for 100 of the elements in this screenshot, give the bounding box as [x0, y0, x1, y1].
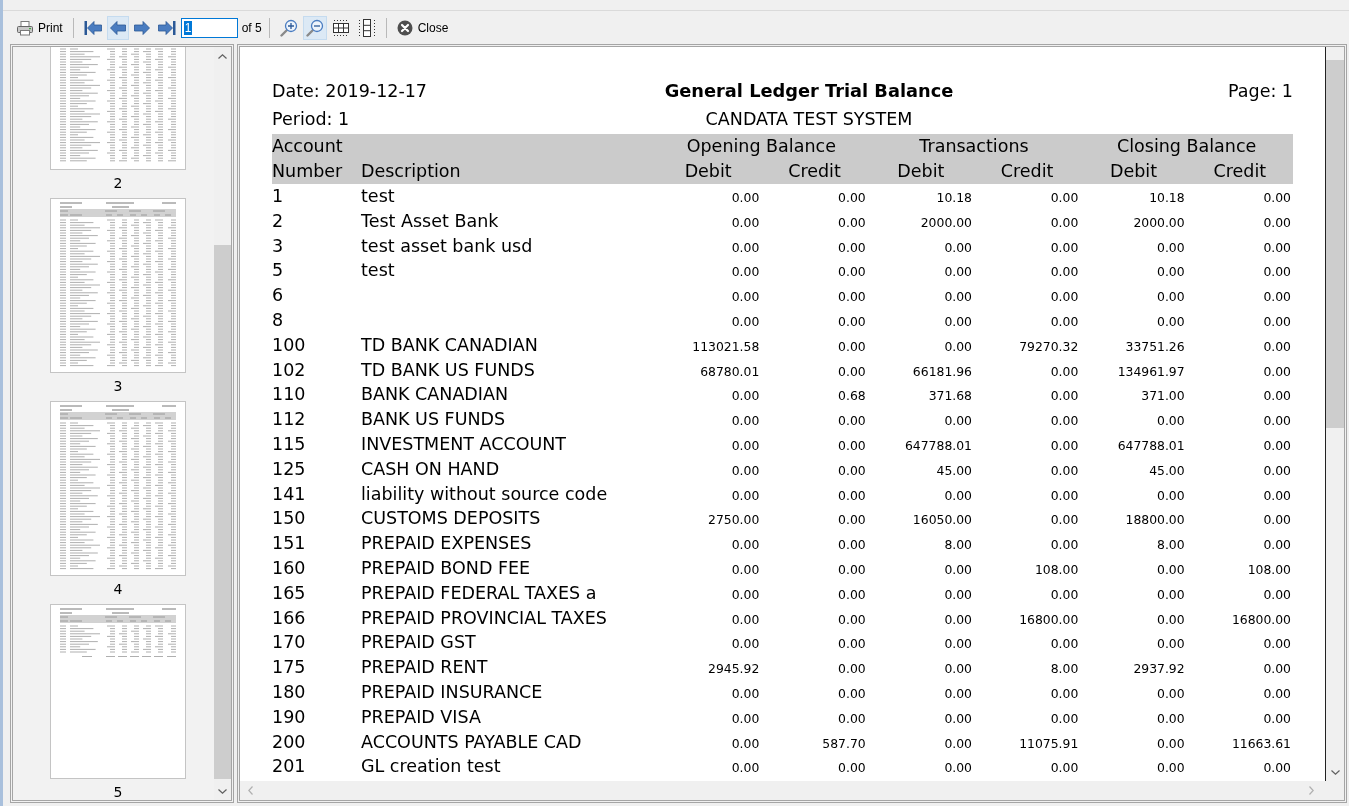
- table-cell-text: 8.00: [1156, 536, 1186, 555]
- table-cell-text: 0.00: [1262, 313, 1292, 331]
- page-thumbnail[interactable]: [50, 47, 186, 170]
- table-cell-text: 0.00: [1049, 461, 1080, 480]
- table-cell-text: 16050.00: [911, 511, 973, 530]
- table-cell-text: 0.00: [1262, 412, 1292, 431]
- table-cell-text: 166: [272, 606, 307, 630]
- chevron-down-icon[interactable]: [218, 788, 227, 794]
- table-cell-text: 0.00: [730, 263, 761, 282]
- table-cell-text: 0.00: [730, 387, 761, 406]
- table-cell-text: BANK CANADIAN: [361, 383, 510, 407]
- table-cell-text: 0.00: [1262, 213, 1292, 232]
- table-cell-text: 0.00: [1049, 585, 1080, 604]
- table-cell-text: 0.00: [1262, 660, 1292, 679]
- zoom-out-icon: [305, 18, 324, 37]
- table-cell-text: 0.00: [1262, 486, 1292, 505]
- table-cell: 0.00: [655, 184, 762, 209]
- page-thumbnail[interactable]: [50, 401, 186, 576]
- table-cell-text: 587.70: [821, 734, 867, 753]
- table-cell-text: TD BANK CANADIAN: [361, 333, 539, 357]
- column-header: Debit: [1080, 159, 1187, 184]
- table-cell-text: 0.00: [1156, 734, 1186, 753]
- chevron-left-icon[interactable]: [248, 786, 253, 795]
- right-arrow-icon: [133, 19, 150, 36]
- table-cell-text: 66181.96: [911, 362, 973, 381]
- page-thumbnail[interactable]: [50, 198, 186, 373]
- table-cell-text: 0.00: [943, 734, 973, 753]
- table-cell-text: 0.00: [730, 238, 761, 257]
- page-label: Page: 1: [1227, 80, 1293, 103]
- table-cell-text: 0.68: [837, 387, 867, 406]
- table-cell-text: 150: [272, 507, 307, 531]
- scrollbar-thumb[interactable]: [214, 245, 231, 779]
- table-cell-text: ACCOUNTS PAYABLE CAD: [361, 730, 583, 754]
- scrollbar-thumb[interactable]: [1326, 60, 1344, 428]
- company-name: CANDATA TEST SYSTEM: [704, 108, 914, 131]
- table-cell-text: 0.00: [730, 709, 761, 728]
- chevron-right-icon[interactable]: [1309, 786, 1314, 795]
- table-cell-text: 0.00: [1262, 536, 1292, 555]
- table-cell-text: PREPAID BOND FEE: [361, 556, 532, 580]
- table-cell-text: 0.00: [1049, 288, 1080, 307]
- column-header: Transactions: [867, 134, 1081, 159]
- print-button[interactable]: Print: [14, 15, 66, 40]
- previous-page-button[interactable]: [106, 15, 129, 40]
- table-cell-text: 0.00: [1262, 288, 1292, 307]
- table-cell-text: 108.00: [1246, 560, 1292, 579]
- table-cell-text: 8: [272, 309, 285, 332]
- table-cell-text: test asset bank usd: [361, 234, 534, 258]
- table-cell-text: 0.00: [730, 585, 761, 604]
- table-cell: test: [361, 184, 655, 209]
- table-cell-text: 0.00: [943, 263, 973, 282]
- table-cell-text: 0.00: [730, 610, 761, 629]
- table-cell: 1: [272, 184, 361, 209]
- table-cell-text: 0.00: [730, 412, 761, 431]
- table-cell-text: 0.00: [837, 511, 867, 530]
- table-cell: 10.18: [867, 184, 974, 209]
- table-cell-text: 0.00: [1156, 709, 1186, 728]
- table-cell-text: 0.00: [1262, 263, 1292, 282]
- table-cell-text: 0.00: [1262, 461, 1292, 480]
- page-number-label: 2: [113, 175, 123, 191]
- table-cell-text: 0.00: [1156, 238, 1186, 257]
- table-cell-text: 647788.01: [903, 436, 973, 455]
- table-cell-text: TD BANK US FUNDS: [361, 358, 536, 382]
- page-thumbnail[interactable]: [50, 604, 186, 779]
- table-cell-text: 0.00: [730, 759, 761, 778]
- close-button[interactable]: Close: [393, 15, 452, 40]
- page-number-label: 5: [113, 784, 123, 800]
- table-cell-text: 0.00: [837, 684, 867, 703]
- table-cell: 0.00: [974, 184, 1081, 209]
- table-cell-text: 0.00: [837, 660, 867, 679]
- chevron-up-icon[interactable]: [218, 53, 227, 59]
- table-cell-text: 0.00: [837, 213, 867, 232]
- table-cell-text: PREPAID RENT: [361, 656, 489, 680]
- table-cell-text: 0.00: [1049, 486, 1080, 505]
- column-header: Credit: [1186, 159, 1293, 184]
- table-cell: 2: [272, 208, 361, 234]
- table-cell-text: 0.00: [1262, 387, 1292, 406]
- chevron-down-icon[interactable]: [1330, 769, 1340, 775]
- table-cell-text: 16800.00: [1230, 610, 1292, 629]
- table-cell-text: 0.00: [1156, 610, 1186, 629]
- table-cell-text: 112: [272, 408, 307, 432]
- table-cell-text: 0.00: [1262, 362, 1292, 381]
- table-cell-text: 2750.00: [707, 511, 761, 530]
- table-cell-text: 0.00: [837, 436, 867, 455]
- column-header: Credit: [974, 159, 1081, 184]
- column-header: Closing Balance: [1080, 134, 1293, 159]
- table-cell-text: 0.00: [943, 313, 973, 331]
- page-number-field[interactable]: 1: [180, 17, 238, 38]
- table-cell-text: 0.00: [1156, 635, 1186, 654]
- table-cell-text: 0.00: [1049, 387, 1080, 406]
- table-cell-text: BANK US FUNDS: [361, 408, 507, 432]
- table-cell-text: 0.00: [1262, 709, 1292, 728]
- table-cell-text: 0.00: [1156, 560, 1186, 579]
- table-cell-text: 0.00: [943, 635, 973, 654]
- table-cell-text: 125: [272, 457, 307, 481]
- table-cell-text: 0.00: [837, 610, 867, 629]
- table-cell-text: 0.00: [943, 560, 973, 579]
- table-cell: 100: [272, 332, 361, 358]
- table-cell-text: 165: [272, 581, 307, 605]
- table-cell-text: 0.00: [1156, 585, 1186, 604]
- table-cell-text: 371.00: [1140, 387, 1186, 406]
